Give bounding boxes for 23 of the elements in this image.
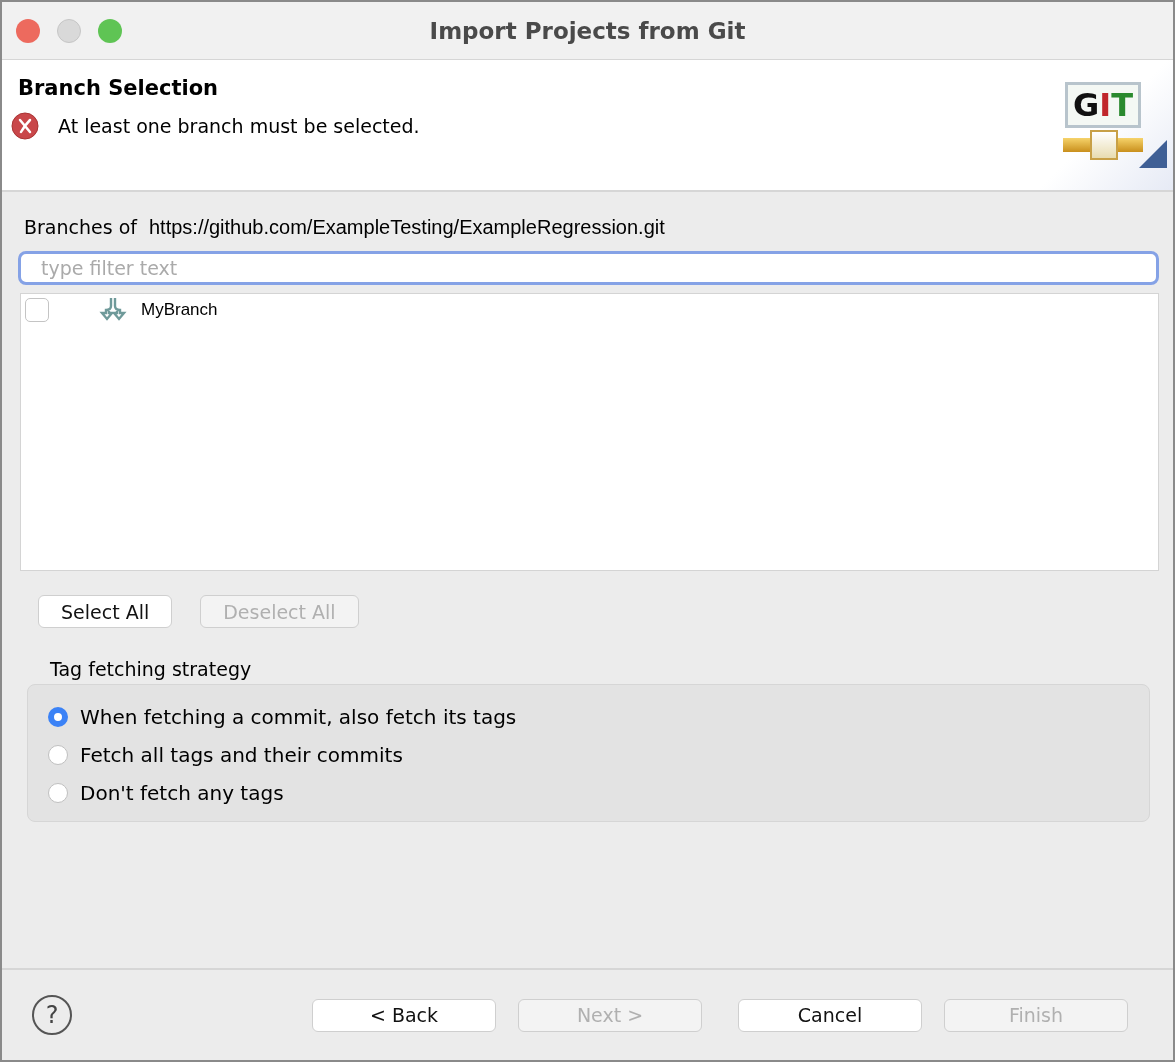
selection-button[interactable]: Select All [38,595,173,628]
help-button[interactable]: ? [32,995,72,1035]
radio-button[interactable] [48,783,68,803]
filter-field[interactable]: type filter text [18,251,1159,285]
minimize-button[interactable] [57,18,81,43]
branches-label: Branches of [24,216,137,239]
footer-button[interactable]: < Back [312,998,496,1032]
branch-icon [97,297,129,323]
footer-button[interactable]: Cancel [738,998,922,1032]
radio-label[interactable]: Don't fetch any tags [80,781,284,805]
radio-button[interactable] [48,707,68,727]
error-message: At least one branch must be selected. [58,115,420,137]
page-title: Branch Selection [17,76,220,100]
repository-url: https://github.com/ExampleTesting/ExampleRegression.git [148,216,665,239]
zoom-button[interactable] [98,18,122,43]
radio-button[interactable] [48,745,68,765]
group-title: Tag fetching strategy [50,658,253,680]
branch-name[interactable]: MyBranch [141,300,218,320]
branch-checkbox[interactable] [25,298,49,322]
window-title: Import Projects from Git [429,17,746,44]
close-button[interactable] [16,18,40,43]
radio-label[interactable]: Fetch all tags and their commits [80,743,403,767]
radio-label[interactable]: When fetching a commit, also fetch its tags [80,705,517,729]
